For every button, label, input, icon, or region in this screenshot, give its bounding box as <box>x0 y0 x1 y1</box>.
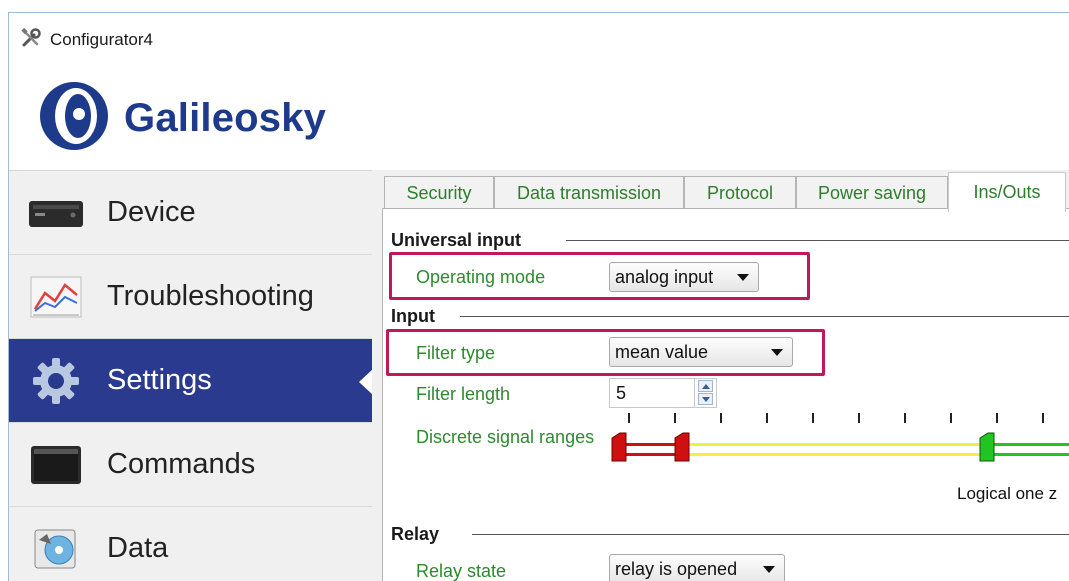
window-title: Configurator4 <box>50 30 154 49</box>
active-indicator <box>359 369 373 395</box>
scale-tick <box>766 413 768 423</box>
chevron-down-icon <box>763 566 775 573</box>
operating-mode-select[interactable]: analog input <box>609 262 759 292</box>
filter-length-value: 5 <box>616 382 627 403</box>
spinner-down-button[interactable] <box>698 393 713 405</box>
scale-tick <box>628 413 630 423</box>
tab-label: Security <box>406 183 472 203</box>
tab-security[interactable]: Security <box>384 176 494 210</box>
transition-range <box>684 443 986 446</box>
transition-range <box>684 453 986 456</box>
scale-tick <box>996 413 998 423</box>
sidebar: Device Troubleshooting Settings Commands… <box>9 170 373 581</box>
disk-icon <box>27 525 85 573</box>
sidebar-item-label: Commands <box>107 448 256 480</box>
sidebar-item-troubleshooting[interactable]: Troubleshooting <box>9 255 372 339</box>
sidebar-item-label: Device <box>107 196 196 228</box>
tab-label: Power saving <box>817 183 927 203</box>
range-marker-handle[interactable] <box>979 432 995 462</box>
scale-tick <box>950 413 952 423</box>
section-divider <box>460 316 1069 317</box>
relay-state-select[interactable]: relay is opened <box>609 554 785 581</box>
sidebar-item-label: Troubleshooting <box>107 280 314 312</box>
logical-one-range <box>986 443 1069 446</box>
tab-protocol[interactable]: Protocol <box>684 176 796 210</box>
chevron-down-icon <box>771 349 783 356</box>
scale-tick <box>674 413 676 423</box>
section-divider <box>566 240 1069 241</box>
filter-type-label: Filter type <box>416 343 496 363</box>
relay-heading: Relay <box>391 524 440 544</box>
logical-one-caption: Logical one z <box>957 484 1058 503</box>
filter-type-select[interactable]: mean value <box>609 337 793 367</box>
chart-icon <box>27 273 85 321</box>
gear-icon <box>27 357 85 405</box>
tab-power-saving[interactable]: Power saving <box>796 176 948 210</box>
input-heading: Input <box>391 306 435 326</box>
spinner-up-button[interactable] <box>698 380 713 392</box>
filter-type-value: mean value <box>615 341 709 362</box>
universal-input-heading: Universal input <box>391 230 522 250</box>
terminal-icon <box>27 441 85 489</box>
discrete-signal-ranges-label: Discrete signal ranges <box>416 427 595 447</box>
galileosky-logo-icon <box>38 80 110 157</box>
title-bar: Configurator4 <box>20 26 153 54</box>
sidebar-item-commands[interactable]: Commands <box>9 423 372 507</box>
relay-state-label: Relay state <box>416 561 507 581</box>
sidebar-item-label: Settings <box>107 364 212 396</box>
tab-label: Protocol <box>706 183 774 203</box>
chevron-down-icon <box>737 274 749 281</box>
scale-tick <box>1042 413 1044 423</box>
scale-tick <box>858 413 860 423</box>
sidebar-item-device[interactable]: Device <box>9 171 372 255</box>
operating-mode-label: Operating mode <box>416 267 546 287</box>
tab-label: Ins/Outs <box>973 182 1041 202</box>
relay-state-value: relay is opened <box>615 558 738 579</box>
filter-length-label: Filter length <box>416 384 511 404</box>
tab-label: Data transmission <box>516 183 662 203</box>
galileosky-logo: Galileosky <box>38 80 326 157</box>
sidebar-item-settings[interactable]: Settings <box>9 339 373 423</box>
spinner-buttons <box>694 379 716 407</box>
sidebar-item-label: Data <box>107 532 169 564</box>
tools-icon <box>20 27 42 54</box>
tab-ins-outs[interactable]: Ins/Outs <box>948 172 1066 212</box>
scale-tick <box>812 413 814 423</box>
logical-one-range <box>986 453 1069 456</box>
filter-length-spinner[interactable]: 5 <box>609 378 717 408</box>
logo-wordmark: Galileosky <box>124 96 327 140</box>
scale-tick <box>720 413 722 423</box>
operating-mode-value: analog input <box>615 266 714 287</box>
sidebar-item-data[interactable]: Data <box>9 507 372 581</box>
range-marker-handle[interactable] <box>674 432 690 462</box>
tab-data-transmission[interactable]: Data transmission <box>494 176 684 210</box>
scale-tick <box>904 413 906 423</box>
section-divider <box>472 534 1069 535</box>
range-marker-handle[interactable] <box>611 432 627 462</box>
device-icon <box>27 189 85 237</box>
